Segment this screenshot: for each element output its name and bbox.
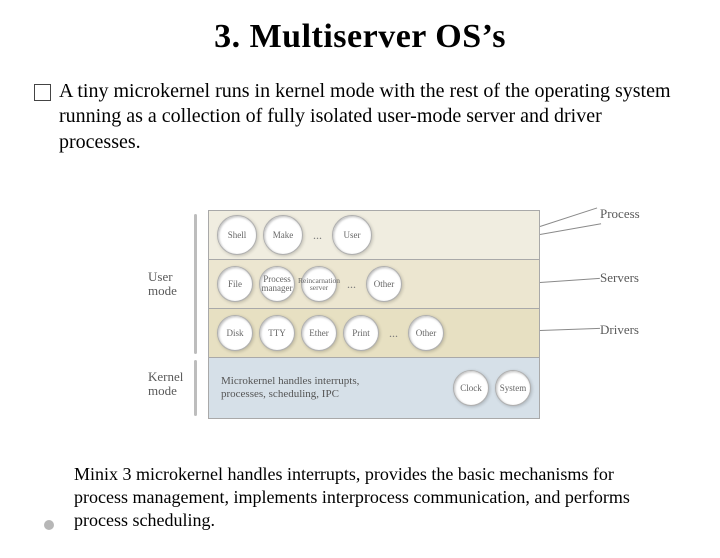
node-shell: Shell (217, 215, 257, 255)
caption-text: Minix 3 microkernel handles interrupts, … (74, 463, 660, 532)
node-print: Print (343, 315, 379, 351)
node-disk: Disk (217, 315, 253, 351)
dots-icon: ... (309, 228, 326, 243)
leader-line-icon (540, 223, 601, 235)
node-system: System (495, 370, 531, 406)
layer-kernel: Microkernel handles interrupts, processe… (209, 357, 539, 418)
label-servers: Servers (600, 270, 639, 286)
leader-line-icon (540, 278, 600, 283)
node-process-manager: Process manager (259, 266, 295, 302)
brace-kernel (194, 360, 197, 416)
label-user-mode: User mode (148, 270, 177, 299)
leader-line-icon (540, 328, 600, 331)
layer-processes: Shell Make ... User (209, 211, 539, 259)
node-make: Make (263, 215, 303, 255)
kernel-description: Microkernel handles interrupts, processe… (217, 375, 447, 401)
dots-icon: ... (385, 326, 402, 341)
layers: Shell Make ... User File Process manager… (208, 210, 540, 419)
page-dot-icon (44, 520, 54, 530)
slide-title: 3. Multiserver OS’s (0, 18, 720, 56)
node-other-server: Other (366, 266, 402, 302)
node-reincarnation-server: Reincarnation server (301, 266, 337, 302)
layer-servers: File Process manager Reincarnation serve… (209, 259, 539, 308)
label-kernel-mode: Kernel mode (148, 370, 183, 399)
node-tty: TTY (259, 315, 295, 351)
architecture-diagram: User mode Kernel mode Shell Make ... Use… (150, 210, 580, 419)
label-drivers: Drivers (600, 322, 639, 338)
layer-drivers: Disk TTY Ether Print ... Other (209, 308, 539, 357)
leader-line-icon (540, 207, 597, 226)
dots-icon: ... (343, 277, 360, 292)
bullet-square-icon (34, 84, 51, 101)
bullet-row: A tiny microkernel runs in kernel mode w… (34, 79, 686, 156)
node-ether: Ether (301, 315, 337, 351)
node-file: File (217, 266, 253, 302)
caption-row: Minix 3 microkernel handles interrupts, … (74, 463, 660, 532)
brace-user (194, 214, 197, 354)
node-clock: Clock (453, 370, 489, 406)
bullet-text: A tiny microkernel runs in kernel mode w… (59, 79, 686, 156)
label-process: Process (600, 206, 640, 222)
node-user: User (332, 215, 372, 255)
node-other-driver: Other (408, 315, 444, 351)
